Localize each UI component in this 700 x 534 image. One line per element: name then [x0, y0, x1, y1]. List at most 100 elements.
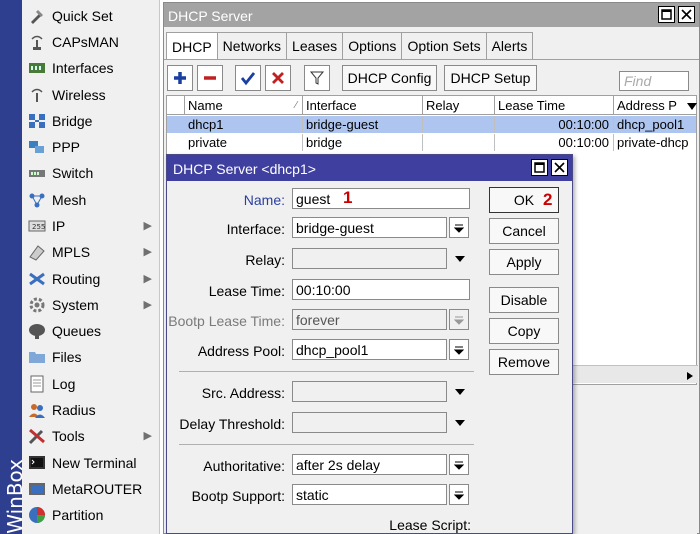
menu-item-label: Bridge — [52, 113, 93, 129]
find-input[interactable]: Find — [619, 71, 689, 91]
menu-item-quick-set[interactable]: Quick Set — [22, 3, 160, 29]
bootp-lease-time-select[interactable]: forever — [292, 309, 447, 330]
lease-time-label: Lease Time: — [208, 283, 285, 299]
menu-item-label: Files — [52, 349, 82, 365]
remove-button[interactable]: Remove — [489, 349, 559, 375]
cell-interface: bridge-guest — [303, 116, 423, 133]
copy-button[interactable]: Copy — [489, 318, 559, 344]
capsman-icon — [27, 32, 47, 52]
menu-item-capsman[interactable]: CAPsMAN — [22, 29, 160, 55]
bootp-support-select[interactable]: static — [292, 484, 447, 505]
menu-item-label: Quick Set — [52, 8, 113, 24]
filter-button[interactable] — [304, 65, 330, 91]
disable-button[interactable] — [265, 65, 291, 91]
menu-item-label: New Terminal — [52, 455, 137, 471]
menu-item-system[interactable]: System ▶ — [22, 292, 160, 318]
tab-leases[interactable]: Leases — [286, 32, 344, 59]
tab-options[interactable]: Options — [342, 32, 403, 59]
menu-item-radius[interactable]: Radius — [22, 397, 160, 423]
mpls-icon — [27, 242, 47, 262]
authoritative-dropdown-icon[interactable] — [449, 454, 469, 475]
column-header-flags[interactable] — [167, 96, 185, 115]
menu-item-label: Wireless — [52, 87, 106, 103]
cancel-button[interactable]: Cancel — [489, 218, 559, 244]
address-pool-label: Address Pool: — [197, 343, 285, 359]
close-icon[interactable] — [551, 159, 568, 176]
menu-item-switch[interactable]: Switch — [22, 160, 160, 186]
menu-item-queues[interactable]: Queues — [22, 318, 160, 344]
tab-dhcp[interactable]: DHCP — [166, 32, 218, 60]
cell-lease-time: 00:10:00 — [495, 134, 614, 151]
menu-item-routing[interactable]: Routing ▶ — [22, 266, 160, 292]
submenu-arrow-icon: ▶ — [143, 299, 152, 311]
cell-address-pool: dhcp_pool1 — [617, 117, 685, 132]
column-header-relay[interactable]: Relay — [423, 96, 495, 115]
cell-name: dhcp1 — [185, 116, 303, 133]
src-address-input[interactable] — [292, 381, 447, 402]
column-header-address-pool[interactable]: Address P — [614, 96, 700, 115]
relay-input[interactable] — [292, 248, 447, 269]
menu-item-ip[interactable]: 255 IP ▶ — [22, 213, 160, 239]
maximize-icon[interactable] — [531, 159, 548, 176]
menu-item-bridge[interactable]: Bridge — [22, 108, 160, 134]
relay-dropdown-icon[interactable] — [453, 248, 467, 269]
table-row[interactable]: dhcp1 bridge-guest 00:10:00 dhcp_pool1 — [167, 116, 696, 133]
dhcp-setup-button[interactable]: DHCP Setup — [444, 65, 537, 91]
tab-alerts[interactable]: Alerts — [485, 32, 534, 59]
menu-item-mpls[interactable]: MPLS ▶ — [22, 239, 160, 265]
add-button[interactable] — [167, 65, 193, 91]
dhcp-config-button[interactable]: DHCP Config — [342, 65, 437, 91]
menu-item-label: Mesh — [52, 192, 87, 208]
column-dropdown-icon[interactable] — [686, 99, 698, 114]
column-header-name[interactable]: Name ∕ — [185, 96, 303, 115]
menu-item-partition[interactable]: Partition — [22, 502, 160, 528]
menu-item-new-terminal[interactable]: New Terminal — [22, 450, 160, 476]
menu-item-log[interactable]: Log — [22, 371, 160, 397]
enable-button[interactable] — [235, 65, 261, 91]
authoritative-select[interactable]: after 2s delay — [292, 454, 447, 475]
interface-select[interactable]: bridge-guest — [292, 217, 447, 238]
submenu-arrow-icon: ▶ — [143, 273, 152, 285]
quick-set-icon — [27, 6, 47, 26]
submenu-arrow-icon: ▶ — [143, 220, 152, 232]
bootp-support-dropdown-icon[interactable] — [449, 484, 469, 505]
delay-threshold-label: Delay Threshold: — [179, 416, 285, 432]
bootp-lease-time-dropdown-icon[interactable] — [449, 309, 469, 330]
maximize-icon[interactable] — [658, 6, 675, 23]
tab-option-sets[interactable]: Option Sets — [401, 32, 487, 59]
dialog-title-bar[interactable]: DHCP Server <dhcp1> — [167, 155, 572, 181]
menu-item-metarouter[interactable]: MetaROUTER — [22, 476, 160, 502]
apply-button[interactable]: Apply — [489, 249, 559, 275]
column-header-interface[interactable]: Interface — [303, 96, 423, 115]
src-address-dropdown-icon[interactable] — [453, 381, 467, 402]
table-row[interactable]: private bridge 00:10:00 private-dhcp — [167, 134, 696, 151]
column-header-lease-time[interactable]: Lease Time — [495, 96, 614, 115]
remove-button[interactable] — [197, 65, 223, 91]
lease-time-input[interactable]: 00:10:00 — [292, 279, 470, 300]
scroll-right-icon[interactable] — [686, 369, 694, 384]
horizontal-scrollbar[interactable] — [570, 365, 698, 383]
menu-item-ppp[interactable]: PPP — [22, 134, 160, 160]
divider — [179, 371, 474, 372]
tab-bar: DHCP Networks Leases Options Option Sets… — [166, 32, 534, 60]
name-input[interactable]: guest — [292, 188, 470, 209]
window-title-bar[interactable]: DHCP Server — [164, 3, 699, 27]
delay-threshold-dropdown-icon[interactable] — [453, 412, 467, 433]
menu-item-wireless[interactable]: Wireless — [22, 82, 160, 108]
tab-networks[interactable]: Networks — [216, 32, 288, 59]
menu-item-label: Partition — [52, 507, 104, 523]
menu-item-files[interactable]: Files — [22, 344, 160, 370]
menu-item-label: Tools — [52, 428, 85, 444]
brand-strip: WinBox — [0, 0, 22, 534]
close-icon[interactable] — [678, 6, 695, 23]
menu-item-interfaces[interactable]: Interfaces — [22, 55, 160, 81]
address-pool-dropdown-icon[interactable] — [449, 339, 469, 360]
interface-dropdown-icon[interactable] — [449, 217, 469, 238]
menu-item-mesh[interactable]: Mesh — [22, 187, 160, 213]
delay-threshold-input[interactable] — [292, 412, 447, 433]
disable-button[interactable]: Disable — [489, 287, 559, 313]
src-address-label: Src. Address: — [201, 385, 285, 401]
address-pool-select[interactable]: dhcp_pool1 — [292, 339, 447, 360]
main-menu: Quick Set CAPsMAN Interfaces Wireless Br… — [22, 0, 160, 534]
menu-item-tools[interactable]: Tools ▶ — [22, 423, 160, 449]
